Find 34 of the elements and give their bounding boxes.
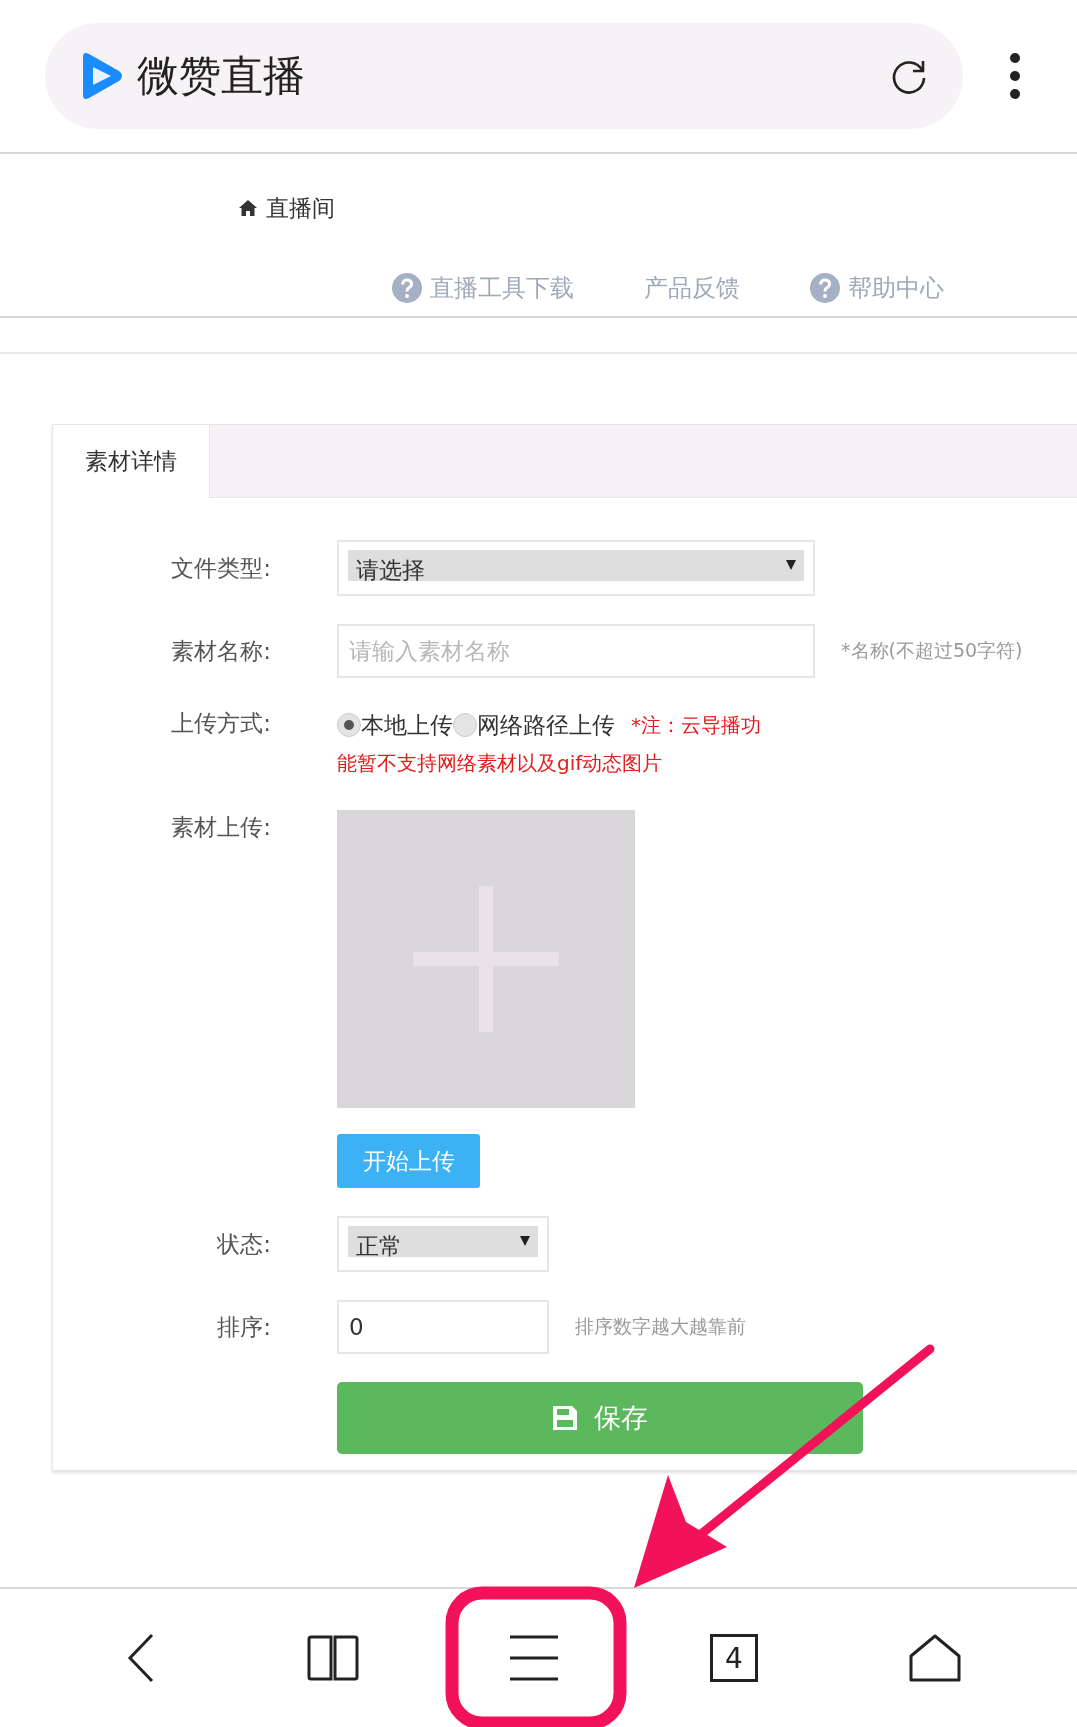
more-icon[interactable] <box>1009 52 1021 100</box>
file-type-dropdown[interactable]: 请选择 <box>337 540 815 596</box>
sort-input-field[interactable]: 0 <box>337 1300 549 1354</box>
field-label: 上传方式: <box>170 709 271 738</box>
tab-count-button[interactable]: 4 <box>709 1634 758 1682</box>
floppy-icon <box>552 1405 578 1431</box>
radio-button[interactable] <box>337 713 361 737</box>
dropdown-arrow-icon <box>786 560 796 570</box>
field-label: 排序: <box>216 1313 271 1342</box>
radio-option[interactable]: 网络路径上传 <box>453 706 615 744</box>
help-icon <box>810 273 840 303</box>
field-label: 素材名称: <box>170 637 271 666</box>
menu-icon[interactable] <box>510 1635 559 1681</box>
field-label: 文件类型: <box>170 554 271 583</box>
radio-option[interactable]: 本地上传 <box>337 706 453 744</box>
breadcrumb-link[interactable]: 直播间 <box>266 192 335 224</box>
warning-note: 能暂不支持网络素材以及gif动态图片 <box>337 750 664 777</box>
address-bar[interactable]: 微赞直播 <box>45 23 963 129</box>
field-label: 状态: <box>216 1230 271 1259</box>
warning-note: *注：云导播功 <box>631 712 761 739</box>
tab[interactable]: 素材详情 <box>53 425 210 498</box>
home-icon[interactable] <box>909 1634 962 1682</box>
home-icon <box>238 199 258 217</box>
status-dropdown[interactable]: 正常 <box>337 1216 549 1272</box>
name-input-field[interactable]: 请输入素材名称 <box>337 624 815 678</box>
back-icon[interactable] <box>125 1633 156 1683</box>
field-hint: 排序数字越大越靠前 <box>575 1314 746 1339</box>
page-title: 微赞直播 <box>137 50 306 102</box>
radio-button[interactable] <box>453 713 477 737</box>
field-hint: *名称(不超过50字符) <box>841 638 1023 663</box>
book-icon[interactable] <box>307 1635 360 1681</box>
field-label: 素材上传: <box>170 813 271 842</box>
dropdown-arrow-icon <box>520 1236 530 1246</box>
help-icon <box>392 273 422 303</box>
